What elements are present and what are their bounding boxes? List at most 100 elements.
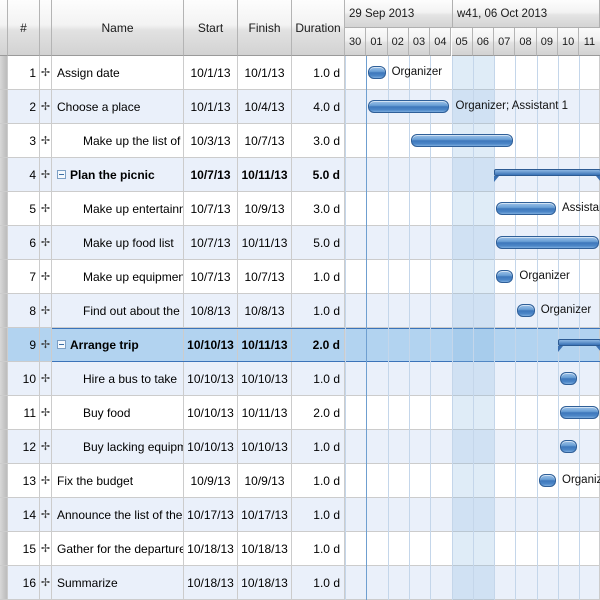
- task-start-date[interactable]: 10/9/13: [184, 464, 238, 498]
- task-name-cell[interactable]: Make up food list: [52, 226, 184, 260]
- table-row[interactable]: 8 ✢ Find out about the 10/8/13 10/8/13 1.0 d: [0, 294, 600, 328]
- task-name-cell[interactable]: Buy food: [52, 396, 184, 430]
- task-chart-cell[interactable]: [345, 226, 600, 260]
- task-type-icon[interactable]: ✢: [40, 430, 52, 464]
- task-name-cell[interactable]: Arrange trip: [52, 328, 184, 362]
- table-row[interactable]: 2 ✢ Choose a place 10/1/13 10/4/13 4.0 d: [0, 90, 600, 124]
- task-duration[interactable]: 1.0 d: [292, 362, 345, 396]
- table-row[interactable]: 12✢Buy lacking equipment10/10/1310/10/13…: [0, 430, 600, 464]
- task-chart-cell[interactable]: [345, 430, 600, 464]
- task-finish-date[interactable]: 10/11/13: [238, 328, 292, 362]
- task-finish-date[interactable]: 10/10/13: [238, 362, 292, 396]
- task-start-date[interactable]: 10/7/13: [184, 260, 238, 294]
- task-finish-date[interactable]: 10/11/13: [238, 158, 292, 192]
- task-type-icon[interactable]: ✢: [40, 328, 52, 362]
- task-start-date[interactable]: 10/7/13: [184, 226, 238, 260]
- task-chart-cell[interactable]: [345, 566, 600, 600]
- task-finish-date[interactable]: 10/7/13: [238, 124, 292, 158]
- task-finish-date[interactable]: 10/17/13: [238, 498, 292, 532]
- task-start-date[interactable]: 10/18/13: [184, 566, 238, 600]
- task-chart-cell[interactable]: [345, 328, 600, 362]
- task-chart-cell[interactable]: [345, 498, 600, 532]
- task-finish-date[interactable]: 10/11/13: [238, 226, 292, 260]
- task-finish-date[interactable]: 10/1/13: [238, 56, 292, 90]
- table-row[interactable]: 16 ✢ Summarize 10/18/13 10/18/13 1.0 d: [0, 566, 600, 600]
- table-row[interactable]: 9 ✢ Arrange trip 10/10/13 10/11/13 2.0 d: [0, 328, 600, 362]
- task-type-icon[interactable]: ✢: [40, 226, 52, 260]
- column-header-number[interactable]: #: [8, 0, 40, 56]
- task-chart-cell[interactable]: [345, 158, 600, 192]
- table-row[interactable]: 7✢Make up equipment list10/7/1310/7/131.…: [0, 260, 600, 294]
- task-start-date[interactable]: 10/18/13: [184, 532, 238, 566]
- table-row[interactable]: 14 ✢ Announce the list of the 10/17/13 10/17…: [0, 498, 600, 532]
- task-grid[interactable]: 1 ✢ Assign date 10/1/13 10/1/13 1.0 d 2 ✢ Choose…: [0, 56, 600, 600]
- task-type-icon[interactable]: ✢: [40, 158, 52, 192]
- task-start-date[interactable]: 10/8/13: [184, 294, 238, 328]
- task-start-date[interactable]: 10/10/13: [184, 362, 238, 396]
- task-finish-date[interactable]: 10/10/13: [238, 430, 292, 464]
- task-name-cell[interactable]: Plan the picnic: [52, 158, 184, 192]
- task-start-date[interactable]: 10/1/13: [184, 56, 238, 90]
- table-row[interactable]: 4 ✢ Plan the picnic 10/7/13 10/11/13 5.0 d: [0, 158, 600, 192]
- task-type-icon[interactable]: ✢: [40, 498, 52, 532]
- task-chart-cell[interactable]: [345, 124, 600, 158]
- task-finish-date[interactable]: 10/18/13: [238, 532, 292, 566]
- task-chart-cell[interactable]: [345, 396, 600, 430]
- task-start-date[interactable]: 10/7/13: [184, 192, 238, 226]
- task-duration[interactable]: 1.0 d: [292, 430, 345, 464]
- task-duration[interactable]: 2.0 d: [292, 328, 345, 362]
- task-start-date[interactable]: 10/10/13: [184, 396, 238, 430]
- task-name-cell[interactable]: Assign date: [52, 56, 184, 90]
- task-start-date[interactable]: 10/7/13: [184, 158, 238, 192]
- task-start-date[interactable]: 10/17/13: [184, 498, 238, 532]
- task-type-icon[interactable]: ✢: [40, 362, 52, 396]
- task-duration[interactable]: 2.0 d: [292, 396, 345, 430]
- task-duration[interactable]: 1.0 d: [292, 566, 345, 600]
- task-finish-date[interactable]: 10/18/13: [238, 566, 292, 600]
- column-header-icon[interactable]: [40, 0, 52, 56]
- task-duration[interactable]: 3.0 d: [292, 124, 345, 158]
- task-name-cell[interactable]: Hire a bus to take: [52, 362, 184, 396]
- task-name-cell[interactable]: Find out about the: [52, 294, 184, 328]
- task-duration[interactable]: 1.0 d: [292, 294, 345, 328]
- task-duration[interactable]: 4.0 d: [292, 90, 345, 124]
- task-name-cell[interactable]: Fix the budget: [52, 464, 184, 498]
- task-duration[interactable]: 1.0 d: [292, 56, 345, 90]
- task-finish-date[interactable]: 10/9/13: [238, 464, 292, 498]
- task-name-cell[interactable]: Make up the list of guests: [52, 124, 184, 158]
- task-start-date[interactable]: 10/10/13: [184, 430, 238, 464]
- task-duration[interactable]: 3.0 d: [292, 192, 345, 226]
- task-finish-date[interactable]: 10/4/13: [238, 90, 292, 124]
- task-duration[interactable]: 1.0 d: [292, 260, 345, 294]
- task-type-icon[interactable]: ✢: [40, 294, 52, 328]
- task-start-date[interactable]: 10/3/13: [184, 124, 238, 158]
- table-row[interactable]: 15 ✢ Gather for the departure 10/18/13 10/18…: [0, 532, 600, 566]
- task-duration[interactable]: 1.0 d: [292, 464, 345, 498]
- task-duration[interactable]: 1.0 d: [292, 498, 345, 532]
- task-type-icon[interactable]: ✢: [40, 90, 52, 124]
- task-type-icon[interactable]: ✢: [40, 532, 52, 566]
- table-row[interactable]: 3✢ Make up the list of guests10/3/1310/7/…: [0, 124, 600, 158]
- timeline-header[interactable]: 29 Sep 2013 w41, 06 Oct 2013 30 01 02 03 04 05 0…: [345, 0, 600, 56]
- task-type-icon[interactable]: ✢: [40, 464, 52, 498]
- task-name-cell[interactable]: Make up equipment list: [52, 260, 184, 294]
- column-header-finish[interactable]: Finish: [238, 0, 292, 56]
- task-name-cell[interactable]: Gather for the departure: [52, 532, 184, 566]
- task-finish-date[interactable]: 10/9/13: [238, 192, 292, 226]
- task-finish-date[interactable]: 10/8/13: [238, 294, 292, 328]
- task-chart-cell[interactable]: [345, 464, 600, 498]
- column-header-duration[interactable]: Duration: [292, 0, 345, 56]
- column-header-start[interactable]: Start: [184, 0, 238, 56]
- task-name-cell[interactable]: Summarize: [52, 566, 184, 600]
- task-type-icon[interactable]: ✢: [40, 566, 52, 600]
- task-chart-cell[interactable]: [345, 532, 600, 566]
- table-row[interactable]: 13 ✢ Fix the budget 10/9/13 10/9/13 1.0 d: [0, 464, 600, 498]
- column-header-name[interactable]: Name: [52, 0, 184, 56]
- table-row[interactable]: 1 ✢ Assign date 10/1/13 10/1/13 1.0 d: [0, 56, 600, 90]
- task-name-cell[interactable]: Make up entertainmenrt: [52, 192, 184, 226]
- task-chart-cell[interactable]: [345, 90, 600, 124]
- task-start-date[interactable]: 10/10/13: [184, 328, 238, 362]
- collapse-expand-icon[interactable]: [57, 170, 66, 179]
- task-duration[interactable]: 5.0 d: [292, 226, 345, 260]
- task-name-cell[interactable]: Buy lacking equipment: [52, 430, 184, 464]
